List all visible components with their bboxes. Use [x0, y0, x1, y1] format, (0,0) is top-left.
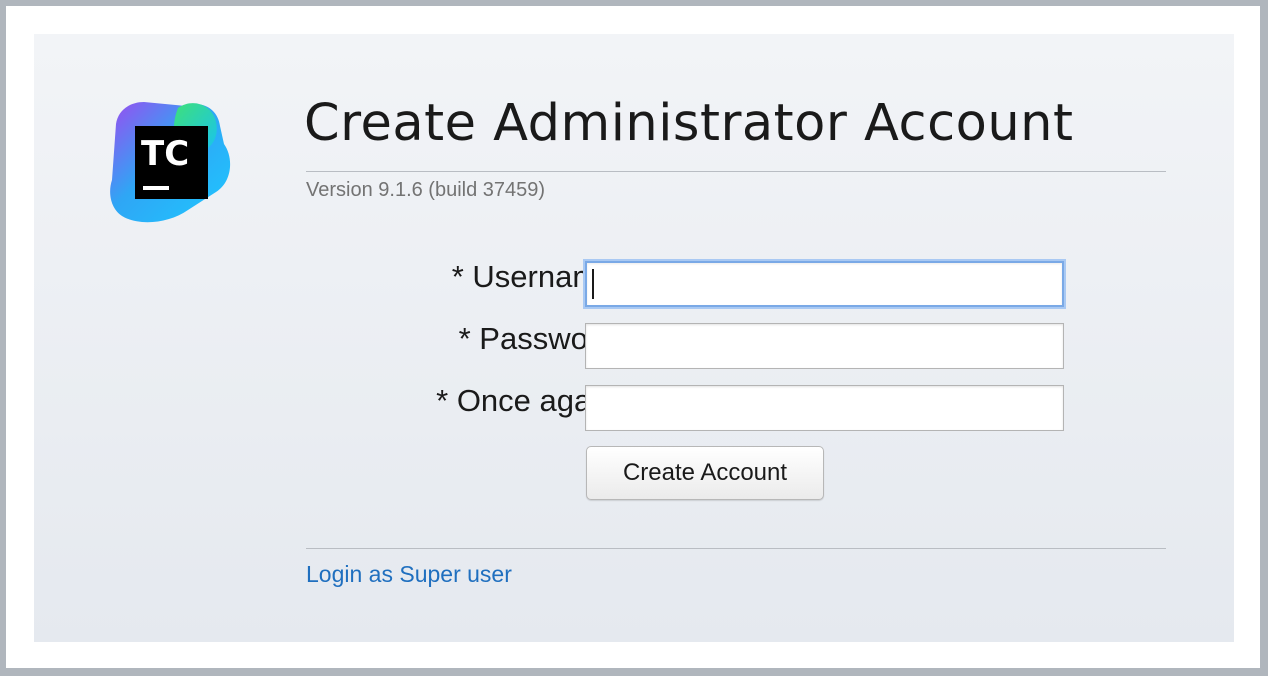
text-caret [592, 269, 594, 299]
create-account-button[interactable]: Create Account [586, 446, 824, 500]
footer-divider [306, 548, 1166, 549]
version-text: Version 9.1.6 (build 37459) [306, 179, 546, 201]
username-input[interactable] [585, 261, 1064, 307]
confirm-password-input[interactable] [585, 385, 1064, 431]
title-divider [306, 171, 1166, 172]
page-title: Create Administrator Account [304, 94, 1074, 153]
teamcity-logo-icon: TC [108, 100, 234, 226]
login-super-user-link[interactable]: Login as Super user [306, 561, 512, 588]
password-input[interactable] [585, 323, 1064, 369]
window-frame: TC Create Administrator Account Version … [6, 6, 1260, 668]
logo-text: TC [141, 134, 189, 174]
